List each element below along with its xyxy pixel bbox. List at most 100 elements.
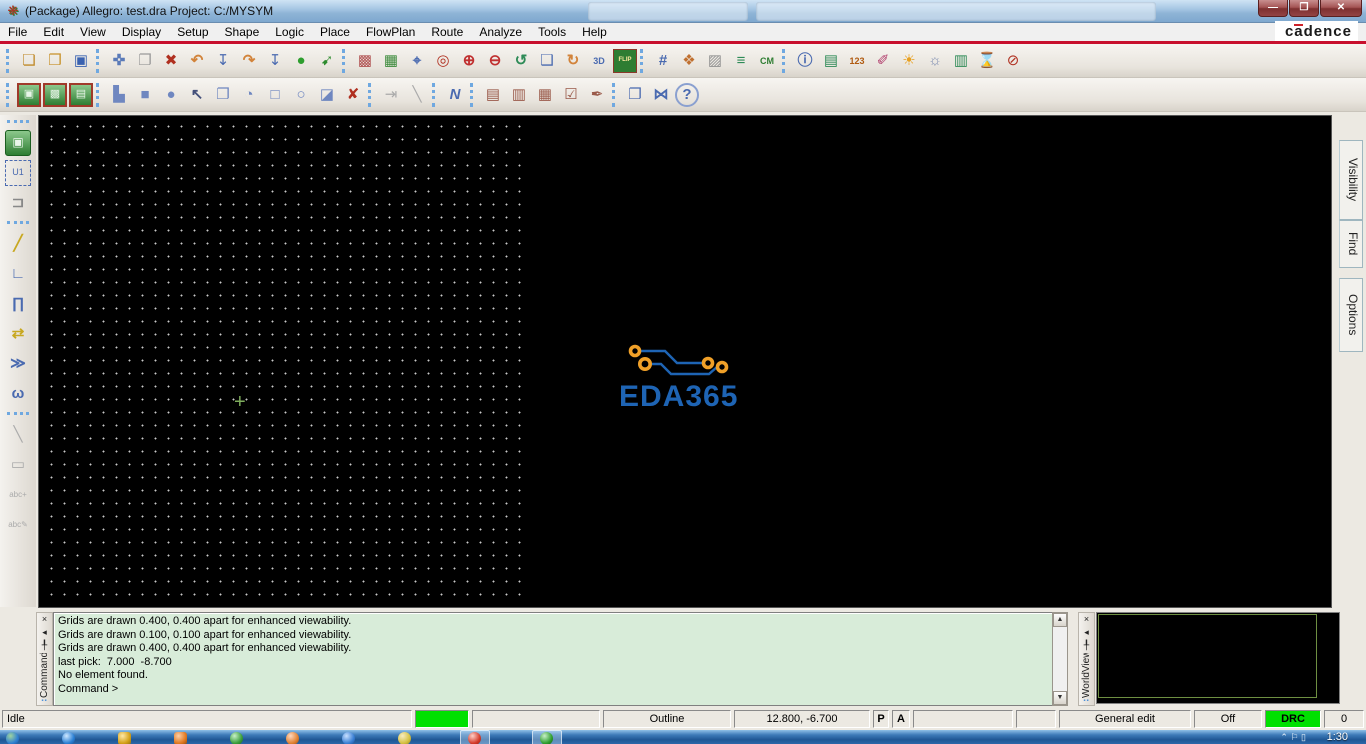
fix-cursor-icon[interactable]: ⊘ <box>1001 49 1025 73</box>
delete-icon[interactable]: ✖ <box>159 49 183 73</box>
menu-edit[interactable]: Edit <box>35 24 72 40</box>
component-outline-icon[interactable]: U1 <box>5 160 31 186</box>
folder-taskbar-icon[interactable] <box>118 732 131 744</box>
waive-drc-icon[interactable]: ⌛ <box>975 49 999 73</box>
circle-outline-icon[interactable]: ○ <box>289 83 313 107</box>
pin-icon[interactable]: ╀ <box>1080 639 1093 652</box>
menu-help[interactable]: Help <box>574 24 615 40</box>
sign-off-pen-icon[interactable]: ✒ <box>585 83 609 107</box>
add-connect-icon[interactable]: N <box>443 83 467 107</box>
scroll-down-icon[interactable]: ▼ <box>1053 691 1067 705</box>
color-palette-icon[interactable]: ❖ <box>677 49 701 73</box>
zoom-fit-icon[interactable]: ◎ <box>431 49 455 73</box>
layer-bars-icon[interactable]: ▥ <box>949 49 973 73</box>
measure-icon[interactable]: 123 <box>845 49 869 73</box>
zoom-in-icon[interactable]: ⊕ <box>457 49 481 73</box>
tab-visibility[interactable]: Visibility <box>1339 140 1363 220</box>
zoom-selection-icon[interactable]: ❑ <box>535 49 559 73</box>
layer-stack-icon[interactable]: ≡ <box>729 49 753 73</box>
shape-polygon-icon[interactable]: ▙ <box>107 83 131 107</box>
highlight-ball-icon[interactable]: ● <box>289 49 313 73</box>
dock-handle[interactable]: ▪▪ <box>1083 698 1089 704</box>
add-pin-chip-icon[interactable]: ▣ <box>5 130 31 156</box>
copy-documents-icon[interactable]: ❐ <box>623 83 647 107</box>
element-properties-icon[interactable]: ▤ <box>819 49 843 73</box>
info-icon[interactable]: ⓘ <box>793 49 817 73</box>
tab-find[interactable]: Find <box>1339 220 1363 268</box>
status-off-toggle[interactable]: Off <box>1194 709 1262 728</box>
scroll-up-icon[interactable]: ▲ <box>1053 613 1067 627</box>
menu-display[interactable]: Display <box>114 24 169 40</box>
shadow-mode-icon[interactable]: ▨ <box>703 49 727 73</box>
shape-arc-icon[interactable]: ◔ <box>237 83 261 107</box>
move-icon[interactable]: ✜ <box>107 49 131 73</box>
menu-shape[interactable]: Shape <box>217 24 268 40</box>
system-tray-icons[interactable]: ⌃ ⚐ ▯ <box>1280 732 1306 743</box>
zoom-previous-icon[interactable]: ↺ <box>509 49 533 73</box>
shape-void-icon[interactable]: ◪ <box>315 83 339 107</box>
windows-taskbar[interactable]: ⌃ ⚐ ▯ 1:30 <box>0 730 1366 744</box>
menu-place[interactable]: Place <box>312 24 358 40</box>
menu-setup[interactable]: Setup <box>169 24 216 40</box>
menu-file[interactable]: File <box>0 24 35 40</box>
zoom-points-icon[interactable]: ⌖ <box>405 49 429 73</box>
worldview-panel[interactable] <box>1096 612 1340 704</box>
green-app-taskbar-icon[interactable] <box>230 732 243 744</box>
help-icon[interactable]: ? <box>675 82 699 107</box>
blue-app-taskbar-icon[interactable] <box>342 732 355 744</box>
copy-shape-icon[interactable]: ❐ <box>211 83 235 107</box>
board-symbol-2-icon[interactable]: ▩ <box>43 82 67 107</box>
undo-icon[interactable]: ↶ <box>185 49 209 73</box>
close-button[interactable]: ✕ <box>1320 0 1362 17</box>
tab-options[interactable]: Options <box>1339 278 1363 352</box>
menu-analyze[interactable]: Analyze <box>471 24 530 40</box>
connector-swap-icon[interactable]: ⊐ <box>5 190 31 216</box>
absolute-mode-button[interactable]: A <box>892 709 910 728</box>
close-icon[interactable]: × <box>1080 613 1093 626</box>
redo-icon[interactable]: ↷ <box>237 49 261 73</box>
custom-highlight-icon[interactable]: ☼ <box>923 49 947 73</box>
add-connect-line-icon[interactable]: ╱ <box>5 231 31 257</box>
board-symbol-1-icon[interactable]: ▣ <box>17 82 41 107</box>
tool-taskbar-icon[interactable] <box>398 732 411 744</box>
report-notepad-icon[interactable]: ▤ <box>481 83 505 107</box>
pin-icon[interactable]: ╀ <box>38 639 51 652</box>
route-corner-icon[interactable]: ∟ <box>5 261 31 287</box>
pin-icon[interactable]: ➹ <box>315 49 339 73</box>
media-taskbar-icon[interactable] <box>174 732 187 744</box>
copy-icon[interactable]: ❐ <box>133 49 157 73</box>
flow-gate-icon[interactable]: ⋈ <box>649 83 673 107</box>
board-symbol-3-icon[interactable]: ▤ <box>69 82 93 107</box>
taskbar-clock[interactable]: 1:30 <box>1327 731 1348 743</box>
restore-button[interactable]: ❐ <box>1289 0 1319 17</box>
design-canvas[interactable]: + EDA365 <box>38 115 1332 608</box>
color-brush-icon[interactable]: ✐ <box>871 49 895 73</box>
shape-circle-filled-icon[interactable]: ● <box>159 83 183 107</box>
select-pointer-icon[interactable]: ↖ <box>185 83 209 107</box>
view-3d-icon[interactable]: 3D <box>587 49 611 73</box>
console-prompt[interactable]: Command > <box>58 683 1068 697</box>
save-icon[interactable]: ▣ <box>69 49 93 73</box>
highlight-sun-icon[interactable]: ☀ <box>897 49 921 73</box>
pin-swap-icon[interactable]: ⇄ <box>5 321 31 347</box>
menu-tools[interactable]: Tools <box>530 24 574 40</box>
menu-view[interactable]: View <box>72 24 114 40</box>
reference-book-icon[interactable]: ▥ <box>507 83 531 107</box>
start-orb-icon[interactable] <box>6 732 19 744</box>
shape-rect-filled-icon[interactable]: ■ <box>133 83 157 107</box>
menu-logic[interactable]: Logic <box>267 24 312 40</box>
dock-handle[interactable]: ▪▪ <box>41 698 47 704</box>
close-icon[interactable]: × <box>38 613 51 626</box>
zoom-out-icon[interactable]: ⊖ <box>483 49 507 73</box>
menu-route[interactable]: Route <box>423 24 471 40</box>
delay-tune-icon[interactable]: ∏ <box>5 291 31 317</box>
status-edit-mode[interactable]: General edit <box>1059 709 1191 728</box>
check-notes-icon[interactable]: ☑ <box>559 83 583 107</box>
symbol-package-icon[interactable]: ▦ <box>533 83 557 107</box>
delete-element-icon[interactable]: ✘ <box>341 83 365 107</box>
drop-down-icon[interactable]: ↧ <box>263 49 287 73</box>
open-folder-icon[interactable]: ❒ <box>43 49 67 73</box>
pick-mode-button[interactable]: P <box>873 709 889 728</box>
orange-app-taskbar-icon[interactable] <box>286 732 299 744</box>
ratsnest-off-icon[interactable]: ▩ <box>353 49 377 73</box>
